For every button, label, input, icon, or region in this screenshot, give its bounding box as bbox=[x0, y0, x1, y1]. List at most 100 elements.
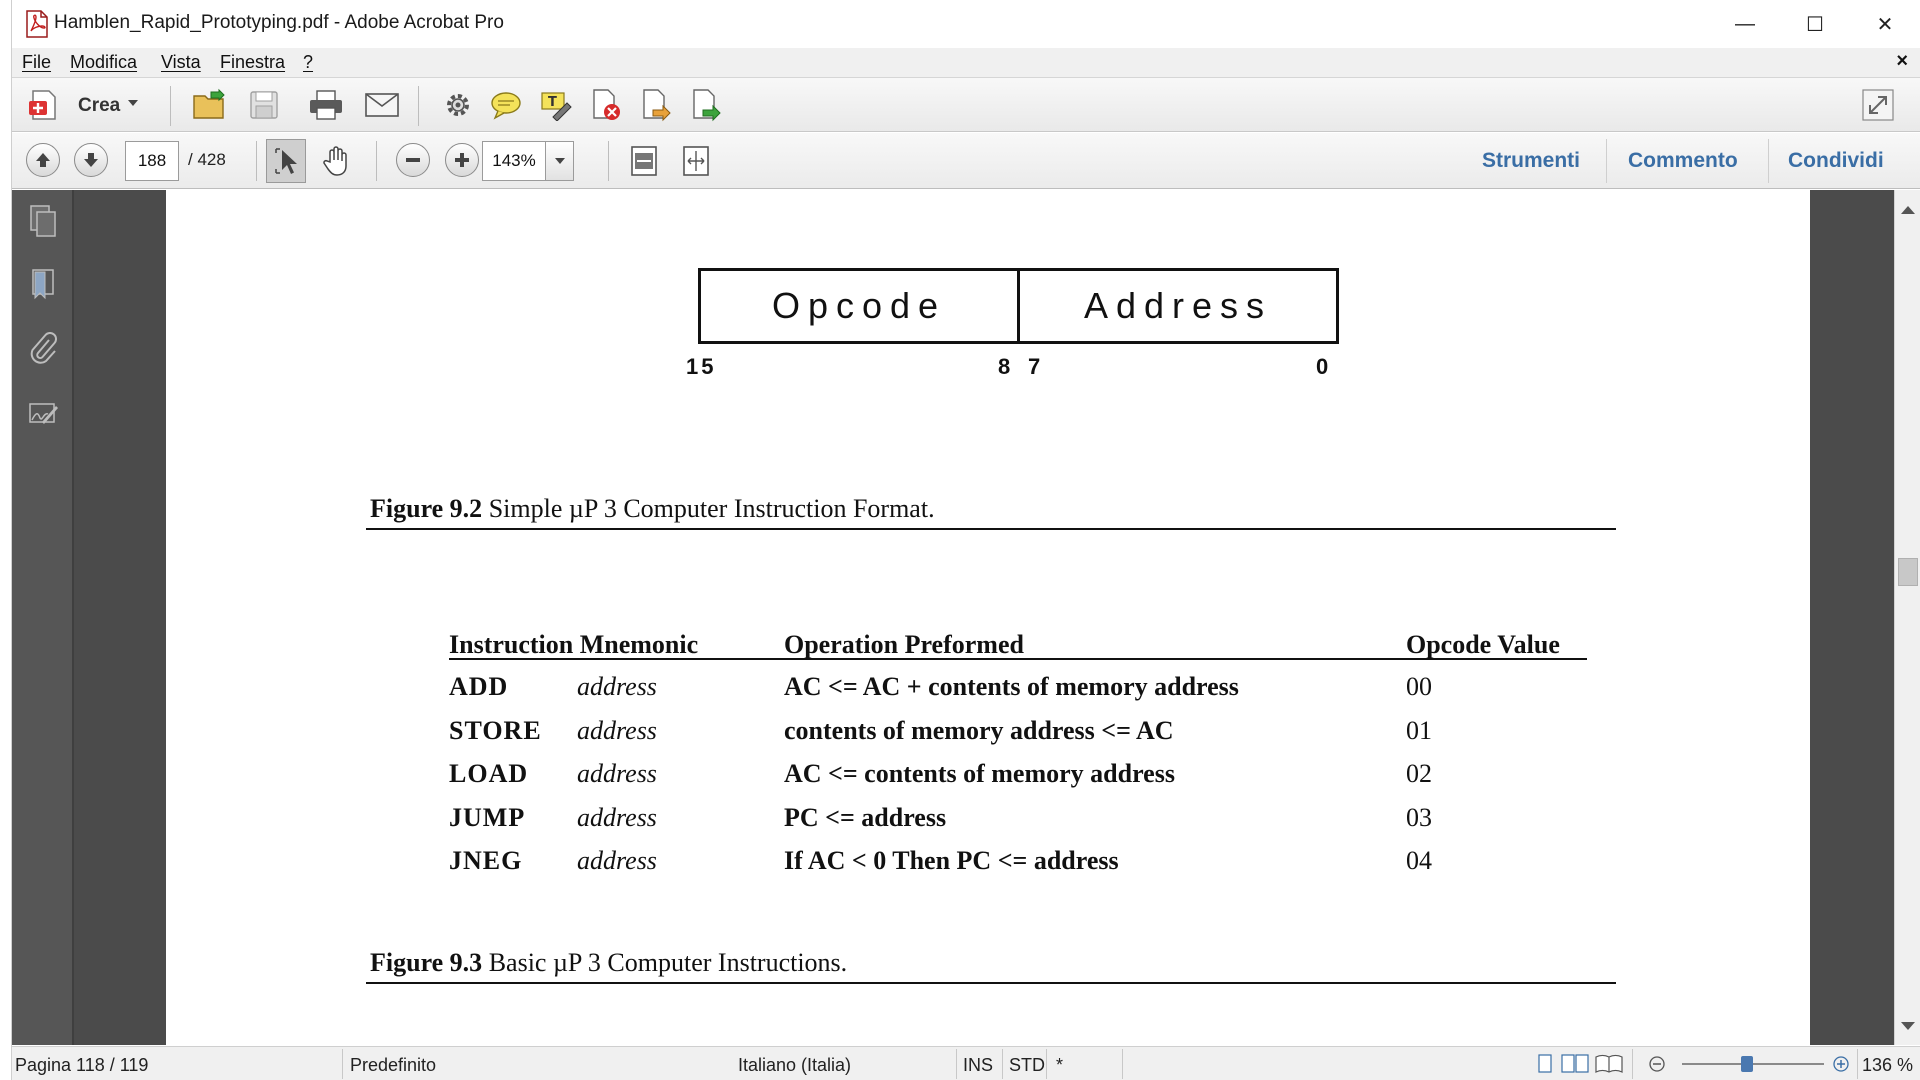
link-divider bbox=[1606, 139, 1607, 183]
attachments-icon[interactable] bbox=[24, 330, 62, 368]
header-operation: Operation Preformed bbox=[784, 630, 1024, 659]
caption-label: Figure 9.3 bbox=[370, 948, 483, 977]
fit-width-icon bbox=[683, 146, 709, 176]
bookmarks-icon[interactable] bbox=[24, 266, 62, 304]
scroll-up-icon[interactable] bbox=[1901, 206, 1915, 214]
operand-cell: address bbox=[577, 716, 657, 745]
two-page-view-icon[interactable] bbox=[1560, 1053, 1590, 1080]
caption-text: Basic µP 3 Computer Instructions. bbox=[482, 948, 848, 977]
create-dropdown-icon[interactable] bbox=[128, 100, 138, 106]
window-title: Hamblen_Rapid_Prototyping.pdf - Adobe Ac… bbox=[54, 12, 504, 33]
select-tool-button[interactable] bbox=[266, 139, 306, 183]
arrow-up-icon bbox=[36, 153, 50, 167]
create-button[interactable]: Crea bbox=[78, 95, 120, 117]
cursor-icon bbox=[275, 148, 297, 174]
hand-tool-button[interactable] bbox=[316, 139, 356, 183]
gear-icon[interactable] bbox=[438, 86, 478, 124]
close-window-button[interactable]: ✕ bbox=[1850, 0, 1920, 48]
menu-file[interactable]: File bbox=[22, 52, 51, 73]
bit-number-0: 0 bbox=[1316, 354, 1332, 379]
scroll-thumb[interactable] bbox=[1898, 558, 1918, 586]
caption-rule bbox=[366, 982, 1616, 984]
operand-cell: address bbox=[577, 846, 657, 875]
zoom-slider-thumb[interactable] bbox=[1741, 1056, 1753, 1072]
zoom-in-small-icon[interactable] bbox=[1832, 1055, 1850, 1078]
menu-finestra[interactable]: Finestra bbox=[220, 52, 285, 73]
status-divider bbox=[342, 1049, 343, 1079]
opcode-cell: 04 bbox=[1406, 846, 1432, 875]
header-opcode-value: Opcode Value bbox=[1406, 630, 1560, 659]
fullscreen-icon[interactable] bbox=[1856, 86, 1900, 124]
zoom-slider-track[interactable] bbox=[1682, 1063, 1824, 1065]
extract-page-icon[interactable] bbox=[686, 86, 726, 124]
save-icon[interactable] bbox=[244, 86, 284, 124]
zoom-level-input[interactable]: 143% bbox=[482, 141, 546, 181]
create-pdf-icon[interactable] bbox=[26, 86, 66, 124]
toolbar-divider bbox=[170, 86, 171, 126]
next-page-button[interactable] bbox=[74, 143, 108, 177]
opcode-cell: 02 bbox=[1406, 759, 1432, 788]
zoom-out-button[interactable] bbox=[396, 143, 430, 177]
fit-page-button[interactable] bbox=[624, 139, 664, 183]
page-info-label: Pagina 118 / 119 bbox=[15, 1055, 149, 1075]
zoom-out-small-icon[interactable] bbox=[1648, 1055, 1666, 1078]
background-window-edge bbox=[0, 0, 12, 1080]
page-thumbnails-icon[interactable] bbox=[24, 202, 62, 240]
close-document-button[interactable]: × bbox=[1896, 50, 1908, 73]
toolbar-divider bbox=[256, 141, 257, 181]
operand-cell: address bbox=[577, 803, 657, 832]
menu-bar: File Modifica Vista Finestra ? × bbox=[12, 48, 1920, 78]
export-page-icon[interactable] bbox=[636, 86, 676, 124]
zoom-percentage-label: 136 % bbox=[1862, 1055, 1914, 1075]
language-label: Italiano (Italia) bbox=[738, 1055, 852, 1075]
mnemonic-cell: JNEG bbox=[449, 846, 523, 875]
document-viewer[interactable]: Opcode Address 15 8 7 0 Figure 9.2 Simpl… bbox=[74, 190, 1894, 1045]
mnemonic-cell: LOAD bbox=[449, 759, 529, 788]
operation-cell: If AC < 0 Then PC <= address bbox=[784, 846, 1119, 875]
pdf-file-icon bbox=[24, 10, 50, 38]
book-view-icon[interactable] bbox=[1594, 1053, 1624, 1080]
print-icon[interactable] bbox=[306, 86, 346, 124]
toolbar-divider bbox=[608, 141, 609, 181]
share-link[interactable]: Condividi bbox=[1788, 149, 1884, 173]
operand-cell: address bbox=[577, 672, 657, 701]
status-divider bbox=[1632, 1049, 1633, 1079]
page-style-label: Predefinito bbox=[350, 1055, 437, 1075]
minus-icon bbox=[406, 158, 420, 162]
menu-vista[interactable]: Vista bbox=[161, 52, 201, 73]
zoom-in-button[interactable] bbox=[445, 143, 479, 177]
highlight-text-icon[interactable]: T bbox=[536, 86, 576, 124]
menu-modifica[interactable]: Modifica bbox=[70, 52, 137, 73]
open-folder-icon[interactable] bbox=[190, 86, 230, 124]
comment-link[interactable]: Commento bbox=[1628, 149, 1738, 173]
signatures-icon[interactable] bbox=[24, 394, 62, 432]
zoom-dropdown-button[interactable] bbox=[546, 141, 574, 181]
maximize-button[interactable]: ☐ bbox=[1780, 0, 1850, 48]
tools-link[interactable]: Strumenti bbox=[1482, 149, 1580, 173]
delete-page-icon[interactable] bbox=[586, 86, 626, 124]
title-bar: Hamblen_Rapid_Prototyping.pdf - Adobe Ac… bbox=[12, 0, 1920, 48]
toolbar-divider bbox=[376, 141, 377, 181]
total-pages-label: / 428 bbox=[188, 150, 226, 169]
status-bar: Pagina 118 / 119 Predefinito Italiano (I… bbox=[12, 1046, 1920, 1080]
vertical-scrollbar[interactable] bbox=[1894, 190, 1920, 1045]
status-divider bbox=[1122, 1049, 1123, 1079]
selection-mode-label: STD bbox=[1009, 1055, 1045, 1075]
minimize-button[interactable]: — bbox=[1710, 0, 1780, 48]
insert-mode-label: INS bbox=[963, 1055, 994, 1075]
single-page-view-icon[interactable] bbox=[1536, 1053, 1554, 1080]
opcode-cell: 01 bbox=[1406, 716, 1432, 745]
previous-page-button[interactable] bbox=[26, 143, 60, 177]
hand-icon bbox=[323, 146, 347, 176]
caption-rule bbox=[366, 528, 1616, 530]
comment-bubble-icon[interactable] bbox=[486, 86, 526, 124]
menu-help[interactable]: ? bbox=[303, 52, 313, 73]
link-divider bbox=[1768, 139, 1769, 183]
email-icon[interactable] bbox=[362, 86, 402, 124]
page-number-input[interactable]: 188 bbox=[125, 141, 179, 181]
bit-number-8: 8 bbox=[998, 354, 1014, 379]
modified-indicator: * bbox=[1056, 1055, 1064, 1075]
mnemonic-cell: ADD bbox=[449, 672, 509, 701]
scroll-down-icon[interactable] bbox=[1901, 1022, 1915, 1030]
fit-width-button[interactable] bbox=[676, 139, 716, 183]
